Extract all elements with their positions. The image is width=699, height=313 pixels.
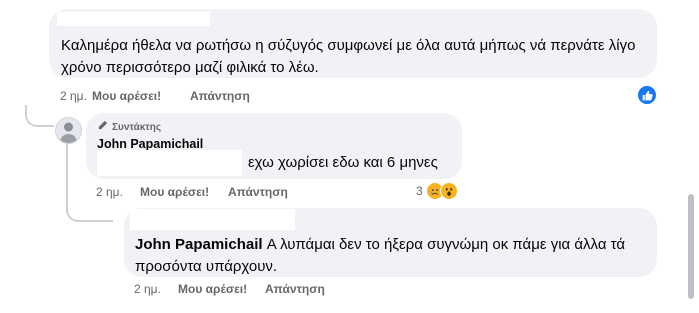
reaction-summary[interactable]: 3 bbox=[416, 182, 458, 200]
thumbs-up-icon[interactable] bbox=[637, 85, 657, 105]
comment-body: John Papamichail Α λυπάμαι δεν το ήξερα … bbox=[135, 234, 645, 278]
author-badge-label: Συντάκτης bbox=[112, 121, 162, 133]
like-button[interactable]: Μου αρέσει! bbox=[140, 185, 209, 199]
comment-time[interactable]: 2 ημ. bbox=[60, 89, 87, 103]
author-badge: Συντάκτης bbox=[97, 120, 161, 134]
reply-button[interactable]: Απάντηση bbox=[190, 89, 250, 103]
comment-author[interactable]: John Papamichail bbox=[97, 137, 203, 151]
pen-icon bbox=[97, 120, 108, 134]
scrollbar-thumb[interactable] bbox=[688, 194, 694, 299]
redacted-author-name bbox=[57, 12, 210, 26]
redacted-header bbox=[130, 209, 295, 230]
comment-text: εχω χωρίσει εδω και 6 μηνες bbox=[248, 154, 438, 171]
thread-connector bbox=[66, 196, 113, 222]
like-button[interactable]: Μου αρέσει! bbox=[92, 89, 161, 103]
wow-emoji-icon bbox=[439, 182, 458, 200]
like-button[interactable]: Μου αρέσει! bbox=[178, 282, 247, 296]
comment-time[interactable]: 2 ημ. bbox=[96, 185, 123, 199]
comment-time[interactable]: 2 ημ. bbox=[134, 282, 161, 296]
avatar[interactable] bbox=[55, 117, 82, 144]
comment-author[interactable]: John Papamichail bbox=[135, 236, 263, 253]
reaction-count: 3 bbox=[416, 184, 423, 198]
redacted-text bbox=[97, 150, 242, 176]
reply-button[interactable]: Απάντηση bbox=[265, 282, 325, 296]
thread-connector bbox=[25, 105, 54, 127]
comment-text: Καλημέρα ήθελα να ρωτήσω η σύζυγός συμφω… bbox=[61, 37, 636, 76]
reply-button[interactable]: Απάντηση bbox=[228, 185, 288, 199]
